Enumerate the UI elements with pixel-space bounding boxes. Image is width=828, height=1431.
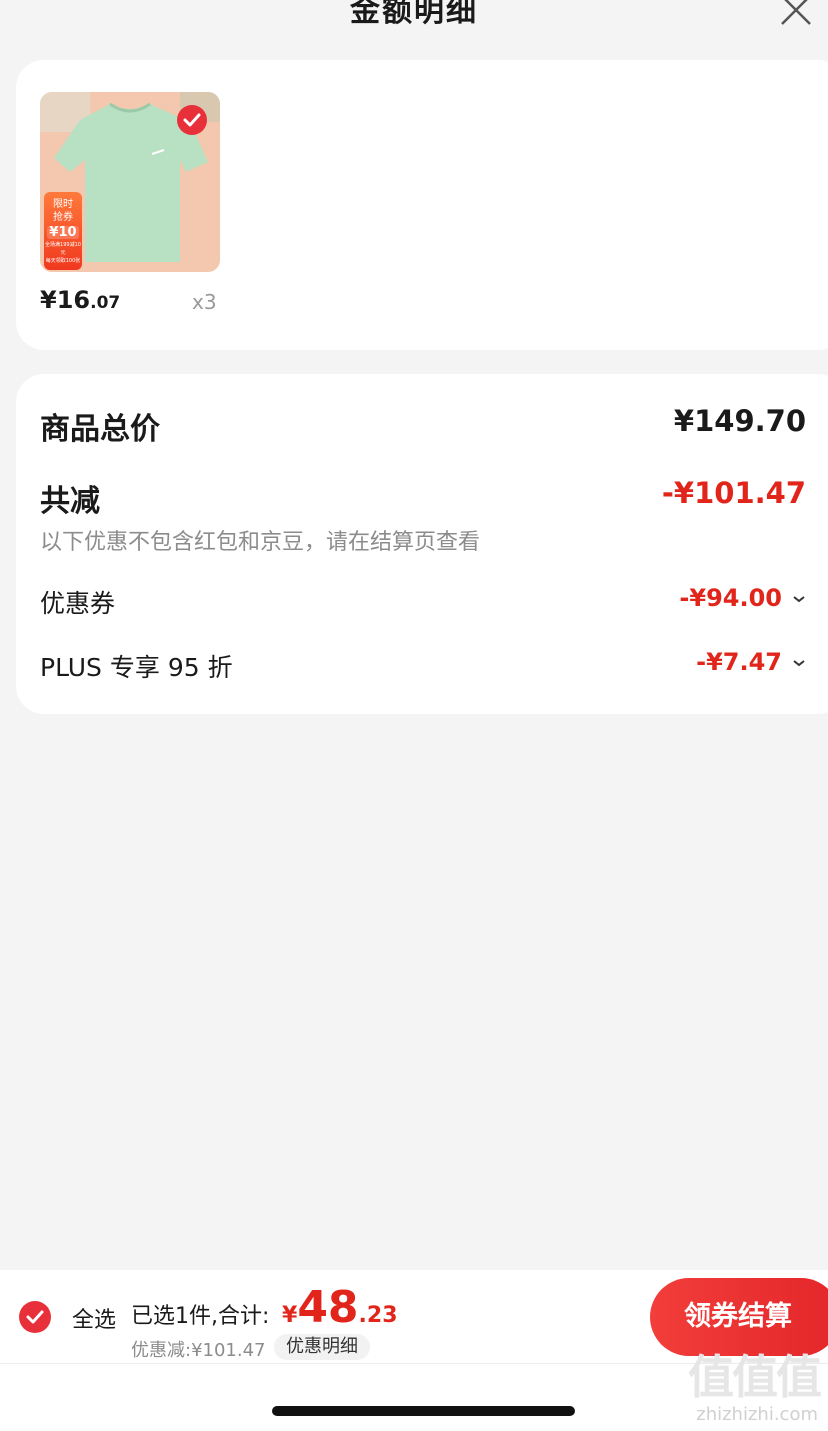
panel-header: 金额明细 [0,0,828,50]
product-quantity: x3 [192,290,217,314]
product-card: 限时 抢券 ¥10 全场满199减10元 每天领取100张 ¥16.07 x3 [16,60,828,350]
page-title: 金额明细 [350,0,478,29]
total-amount: ¥48.23 [282,1282,398,1333]
promo-amount: ¥10 [47,226,79,239]
total-decimal: .23 [358,1303,398,1328]
chevron-down-icon[interactable] [792,658,806,668]
discount-note: 以下优惠不包含红包和京豆，请在结算页查看 [40,530,481,555]
checkout-button[interactable]: 领券结算 [650,1278,828,1356]
coupon-label: 优惠券 [40,589,116,618]
reduce-label: 共减 [40,484,100,519]
home-indicator[interactable] [272,1406,575,1416]
check-icon[interactable] [176,104,208,136]
total-label: 商品总价 [40,412,160,447]
check-icon[interactable] [18,1300,52,1334]
total-integer: 48 [297,1282,359,1333]
checkout-bar: 全选 已选1件,合计: ¥48.23 优惠减:¥101.47 优惠明细 领券结算… [0,1270,828,1431]
coupon-value: -¥94.00 [679,584,806,612]
promo-tag: 限时 抢券 ¥10 全场满199减10元 每天领取100张 [44,192,82,270]
watermark-logo: 值值值 [688,1350,822,1404]
product-image[interactable]: 限时 抢券 ¥10 全场满199减10元 每天领取100张 [40,92,220,272]
discount-detail-button[interactable]: 优惠明细 [274,1334,370,1360]
select-all-label[interactable]: 全选 [72,1302,116,1334]
total-symbol: ¥ [282,1303,298,1328]
plus-label: PLUS 专享 95 折 [40,653,233,682]
promo-small-2: 每天领取100张 [45,258,81,264]
close-icon[interactable] [778,0,814,28]
selected-count: 已选1件,合计: [131,1304,270,1329]
watermark-url: zhizhizhi.com [696,1404,818,1425]
discount-amount: 优惠减:¥101.47 [131,1340,266,1361]
plus-amount: -¥7.47 [696,648,782,676]
price-summary-card: 商品总价 ¥149.70 共减 -¥101.47 以下优惠不包含红包和京豆，请在… [16,374,828,714]
promo-line-1: 限时 [53,199,73,210]
reduce-value: -¥101.47 [661,476,806,510]
chevron-down-icon[interactable] [792,594,806,604]
total-value: ¥149.70 [673,404,806,438]
coupon-amount: -¥94.00 [679,584,782,612]
watermark: 值值值 zhizhizhi.com [675,1350,822,1428]
price-decimal: .07 [90,293,121,313]
plus-value: -¥7.47 [696,648,806,676]
promo-line-2: 抢券 [53,212,73,223]
promo-small-1: 全场满199减10元 [45,242,81,256]
price-integer: ¥16 [40,286,91,314]
product-price: ¥16.07 [40,286,120,314]
